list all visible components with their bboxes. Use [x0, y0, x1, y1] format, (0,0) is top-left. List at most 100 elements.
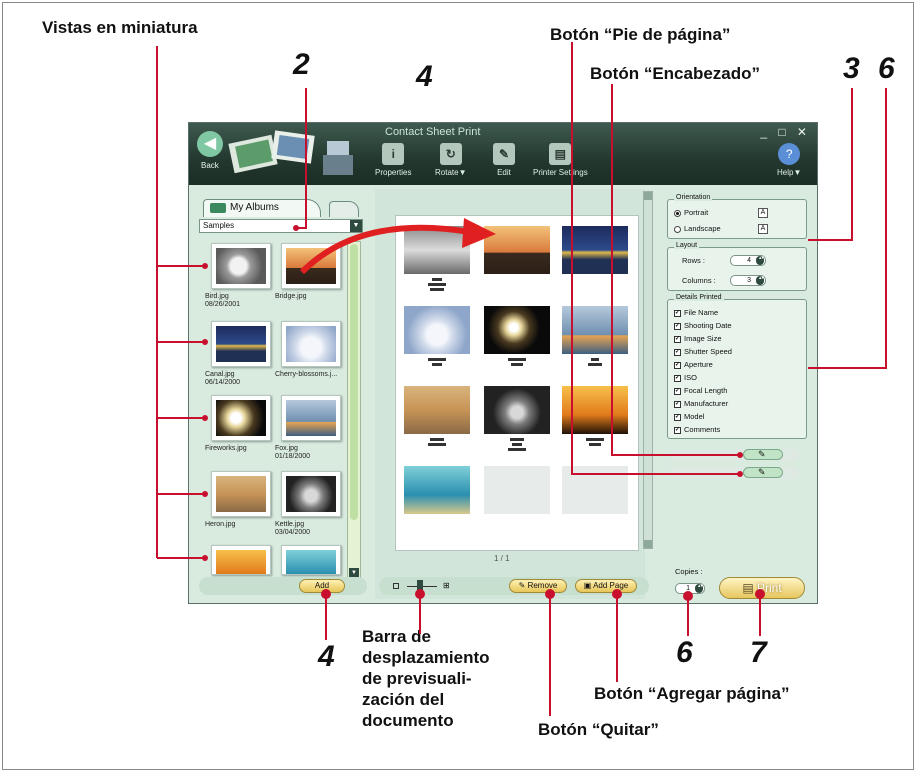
orientation-portrait[interactable]: Portrait — [674, 208, 708, 217]
thumbnail-caption: Fireworks.jpg — [205, 445, 247, 452]
preview-kettle[interactable] — [484, 386, 550, 434]
toolbar-properties[interactable]: i Properties — [375, 143, 411, 177]
preview-caption — [583, 356, 607, 378]
callout-number-4-top: 4 — [416, 60, 433, 93]
check-iso[interactable]: ✓ ISO — [674, 373, 697, 382]
preview-heron[interactable] — [404, 386, 470, 434]
add-page-button[interactable]: ▣ Add Page — [575, 579, 637, 593]
toolbar-edit[interactable]: ✎ Edit — [493, 143, 515, 177]
album-dropdown-value: Samples — [203, 221, 235, 230]
app-logo-art — [228, 130, 353, 175]
pen-icon: ✎ — [758, 467, 766, 477]
preview-zoom-slider[interactable]: ⊞ — [393, 580, 453, 592]
properties-icon: i — [382, 143, 405, 165]
zoom-out-icon[interactable] — [393, 583, 399, 589]
callout-number-3: 3 — [843, 52, 860, 85]
callout-number-6-top: 6 — [878, 52, 895, 85]
scroll-thumb[interactable] — [350, 244, 358, 520]
check-shooting-date[interactable]: ✓ Shooting Date — [674, 321, 732, 330]
preview-caption — [505, 356, 529, 378]
toolbar-rotate[interactable]: ↻ Rotate▼ — [435, 143, 467, 177]
callout-add-page-button: Botón “Agregar página” — [594, 684, 790, 703]
check-manufacturer[interactable]: ✓ Manufacturer — [674, 399, 728, 408]
thumbnail-kettle[interactable] — [281, 471, 341, 517]
add-page-icon: ▣ — [583, 581, 594, 590]
thumbnail-caption: Cherry-blossoms.j... — [275, 371, 338, 378]
preview-empty-slot — [484, 466, 550, 514]
thumbnail-bird[interactable] — [211, 243, 271, 289]
thumbnail-cherry-blossoms[interactable] — [281, 321, 341, 367]
preview-bridge[interactable] — [484, 226, 550, 274]
print-button[interactable]: ▤ Print — [719, 577, 805, 599]
radio-checked[interactable] — [674, 209, 681, 217]
tab-folders[interactable] — [329, 201, 359, 217]
help-button[interactable]: ? Help▼ — [777, 143, 801, 177]
preview-bird[interactable] — [404, 226, 470, 274]
thumbnail-heron[interactable] — [211, 471, 271, 517]
preview-fox[interactable] — [562, 306, 628, 354]
footer-row: ✎ — [669, 467, 799, 479]
radio-unchecked[interactable] — [674, 225, 681, 233]
thumbnail-sea[interactable] — [281, 545, 341, 575]
scroll-up-icon[interactable] — [644, 192, 652, 200]
header-button[interactable]: ✎ — [743, 449, 783, 460]
thumbnail-fox[interactable] — [281, 395, 341, 441]
check-focal-length[interactable]: ✓ Focal Length — [674, 386, 727, 395]
preview-canal[interactable] — [562, 226, 628, 274]
check-comments[interactable]: ✓ Comments — [674, 425, 720, 434]
thumbnail-canal[interactable] — [211, 321, 271, 367]
toolbar-printer-settings[interactable]: ▤ Printer Settings — [533, 143, 588, 177]
thumbnail-caption: Bridge.jpg — [275, 293, 307, 300]
callout-scroll-bar: Barra de desplazamiento de previsuali- z… — [362, 627, 490, 730]
check-image-size[interactable]: ✓ Image Size — [674, 334, 722, 343]
check-label: Focal Length — [684, 386, 728, 395]
orientation-landscape[interactable]: Landscape — [674, 224, 721, 233]
zoom-handle[interactable] — [417, 580, 423, 592]
check-model[interactable]: ✓ Model — [674, 412, 704, 421]
album-icon — [210, 203, 226, 213]
copies-label: Copies : — [675, 567, 703, 576]
zoom-in-icon[interactable]: ⊞ — [443, 581, 450, 590]
callout-number-7: 7 — [750, 636, 767, 669]
album-dropdown[interactable]: Samples ▼ — [199, 219, 363, 233]
footer-button[interactable]: ✎ — [743, 467, 783, 478]
preview-caption — [425, 436, 449, 458]
columns-stepper[interactable]: 3 — [730, 275, 766, 286]
thumbnail-bridge[interactable] — [281, 243, 341, 289]
preview-empty-slot — [562, 466, 628, 514]
print-button-label: Print — [756, 581, 782, 595]
toolbar-rotate-label: Rotate▼ — [435, 168, 467, 177]
portrait-preview-icon: A — [758, 208, 768, 218]
add-button[interactable]: Add — [299, 579, 345, 593]
scroll-down-icon[interactable] — [644, 540, 652, 548]
remove-button[interactable]: ✎ Remove — [509, 579, 567, 593]
columns-label: Columns : — [682, 276, 716, 285]
tab-my-albums[interactable]: My Albums — [203, 199, 321, 217]
thumbnail-scrollbar[interactable]: ▼ — [347, 241, 361, 581]
thumbnail-fireworks[interactable] — [211, 395, 271, 441]
add-page-button-label: Add Page — [593, 581, 629, 590]
thumbnail-sunset[interactable] — [211, 545, 271, 575]
portrait-label: Portrait — [684, 208, 709, 217]
preview-sea[interactable] — [404, 466, 470, 514]
preview-cherry[interactable] — [404, 306, 470, 354]
window-controls[interactable]: _ □ ✕ — [760, 125, 811, 139]
header-row: ✎ — [669, 449, 799, 461]
rows-stepper[interactable]: 4 — [730, 255, 766, 266]
add-bar: Add — [199, 577, 367, 595]
check-file-name[interactable]: ✓ File Name — [674, 308, 718, 317]
preview-fireworks[interactable] — [484, 306, 550, 354]
chevron-down-icon[interactable]: ▼ — [350, 220, 362, 232]
edit-icon: ✎ — [493, 143, 515, 165]
callout-remove-button: Botón “Quitar” — [538, 720, 659, 739]
layout-group-label: Layout — [674, 242, 700, 249]
check-aperture[interactable]: ✓ Aperture — [674, 360, 713, 369]
copies-stepper[interactable]: 1 — [675, 583, 705, 594]
check-label: Comments — [684, 425, 721, 434]
thumbnail-panel: My Albums Samples ▼ Bird.jpg 08/26/2001 B… — [195, 189, 367, 595]
preview-vertical-scrollbar[interactable] — [643, 191, 653, 549]
preview-sunset[interactable] — [562, 386, 628, 434]
check-shutter-speed[interactable]: ✓ Shutter Speed — [674, 347, 732, 356]
callout-thumbnails: Vistas en miniatura — [42, 18, 198, 37]
back-icon[interactable]: ◀ — [197, 131, 223, 157]
